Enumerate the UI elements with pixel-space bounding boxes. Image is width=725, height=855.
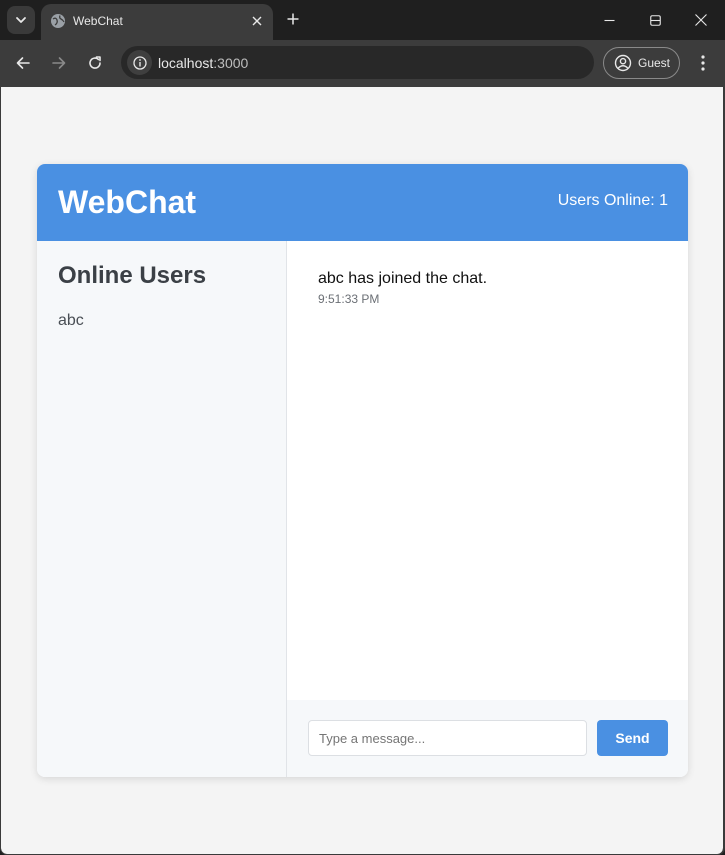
arrow-left-icon (16, 57, 30, 69)
close-icon (252, 16, 262, 26)
reload-button[interactable] (82, 50, 108, 76)
page-viewport: WebChat Users Online: 1 Online Users abc… (1, 87, 723, 854)
tab-close-button[interactable] (247, 11, 267, 31)
users-online-count: Users Online: 1 (557, 192, 668, 209)
online-users-sidebar: Online Users abc (37, 241, 287, 777)
address-bar[interactable]: localhost:3000 (121, 46, 594, 79)
profile-label: Guest (638, 56, 671, 70)
info-icon (132, 55, 147, 70)
system-message: abc has joined the chat. 9:51:33 PM (318, 270, 487, 306)
message-input[interactable] (308, 720, 587, 756)
url-port: :3000 (213, 55, 249, 71)
chat-panel: abc has joined the chat. 9:51:33 PM Send (287, 241, 688, 777)
new-tab-button[interactable] (281, 7, 305, 31)
user-list-item: abc (58, 312, 84, 329)
forward-button[interactable] (46, 50, 72, 76)
reload-icon (89, 56, 101, 69)
window-close-button[interactable] (678, 0, 724, 40)
user-list: abc (58, 311, 84, 339)
tab-title: WebChat (73, 14, 123, 28)
message-timestamp: 9:51:33 PM (318, 292, 380, 306)
plus-icon (287, 13, 299, 25)
message-composer: Send (287, 700, 688, 777)
profile-button[interactable]: Guest (603, 47, 680, 79)
back-button[interactable] (10, 50, 36, 76)
chevron-down-icon (16, 17, 26, 23)
maximize-icon (649, 14, 661, 26)
app-title: WebChat (58, 184, 197, 220)
browser-tab[interactable]: WebChat (41, 4, 273, 40)
minimize-icon (604, 19, 614, 21)
sidebar-title: Online Users (58, 262, 207, 289)
url-host: localhost (158, 55, 214, 71)
globe-icon (51, 14, 65, 28)
more-vertical-icon (701, 55, 705, 71)
close-icon (695, 14, 707, 26)
message-text: abc has joined the chat. (318, 270, 488, 287)
arrow-right-icon (52, 57, 66, 69)
app-header: WebChat Users Online: 1 (37, 164, 688, 241)
chat-app: WebChat Users Online: 1 Online Users abc… (37, 164, 688, 777)
url-text: localhost:3000 (158, 55, 248, 71)
account-icon (614, 54, 632, 72)
minimize-button[interactable] (586, 0, 632, 40)
maximize-button[interactable] (632, 0, 678, 40)
tab-search-button[interactable] (7, 6, 35, 34)
message-list: abc has joined the chat. 9:51:33 PM (287, 241, 688, 700)
browser-menu-button[interactable] (690, 50, 716, 76)
browser-toolbar: localhost:3000 Guest (0, 40, 725, 87)
site-info-button[interactable] (127, 50, 152, 75)
send-button[interactable]: Send (597, 720, 668, 756)
